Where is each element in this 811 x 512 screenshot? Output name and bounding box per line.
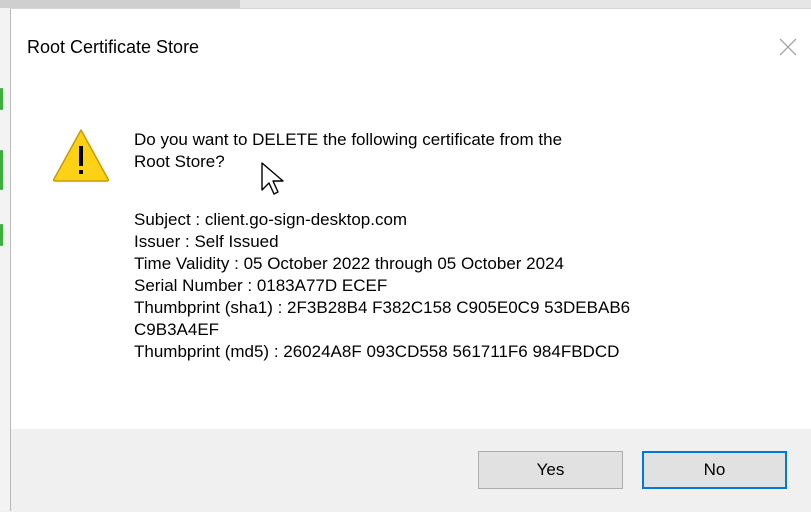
background-green-mark <box>0 150 3 190</box>
detail-issuer: Issuer : Self Issued <box>134 232 279 251</box>
background-green-mark <box>0 224 3 246</box>
detail-md5: Thumbprint (md5) : 26024A8F 093CD558 561… <box>134 342 620 361</box>
message-line: Do you want to DELETE the following cert… <box>134 130 563 149</box>
detail-sha1-continued: C9B3A4EF <box>134 320 220 339</box>
close-button[interactable] <box>765 27 811 67</box>
title-bar[interactable]: Root Certificate Store <box>11 9 811 81</box>
confirm-message: Do you want to DELETE the following cert… <box>134 129 794 173</box>
detail-subject: Subject : client.go-sign-desktop.com <box>134 210 408 229</box>
dialog-content: Do you want to DELETE the following cert… <box>11 81 811 429</box>
no-button[interactable]: No <box>642 451 787 489</box>
dialog-title: Root Certificate Store <box>27 37 200 57</box>
background-green-mark <box>0 88 3 110</box>
background-window-tab <box>0 0 240 8</box>
certificate-details: Subject : client.go-sign-desktop.com Iss… <box>134 209 794 363</box>
message-line: Root Store? <box>134 152 225 171</box>
detail-serial: Serial Number : 0183A77D ECEF <box>134 276 388 295</box>
message-dialog: Root Certificate Store Do you want to DE… <box>10 8 811 512</box>
close-icon <box>779 38 797 56</box>
yes-button[interactable]: Yes <box>478 451 623 489</box>
detail-sha1: Thumbprint (sha1) : 2F3B28B4 F382C158 C9… <box>134 298 631 317</box>
warning-icon <box>52 129 110 182</box>
detail-validity: Time Validity : 05 October 2022 through … <box>134 254 564 273</box>
button-bar: Yes No <box>11 429 811 512</box>
